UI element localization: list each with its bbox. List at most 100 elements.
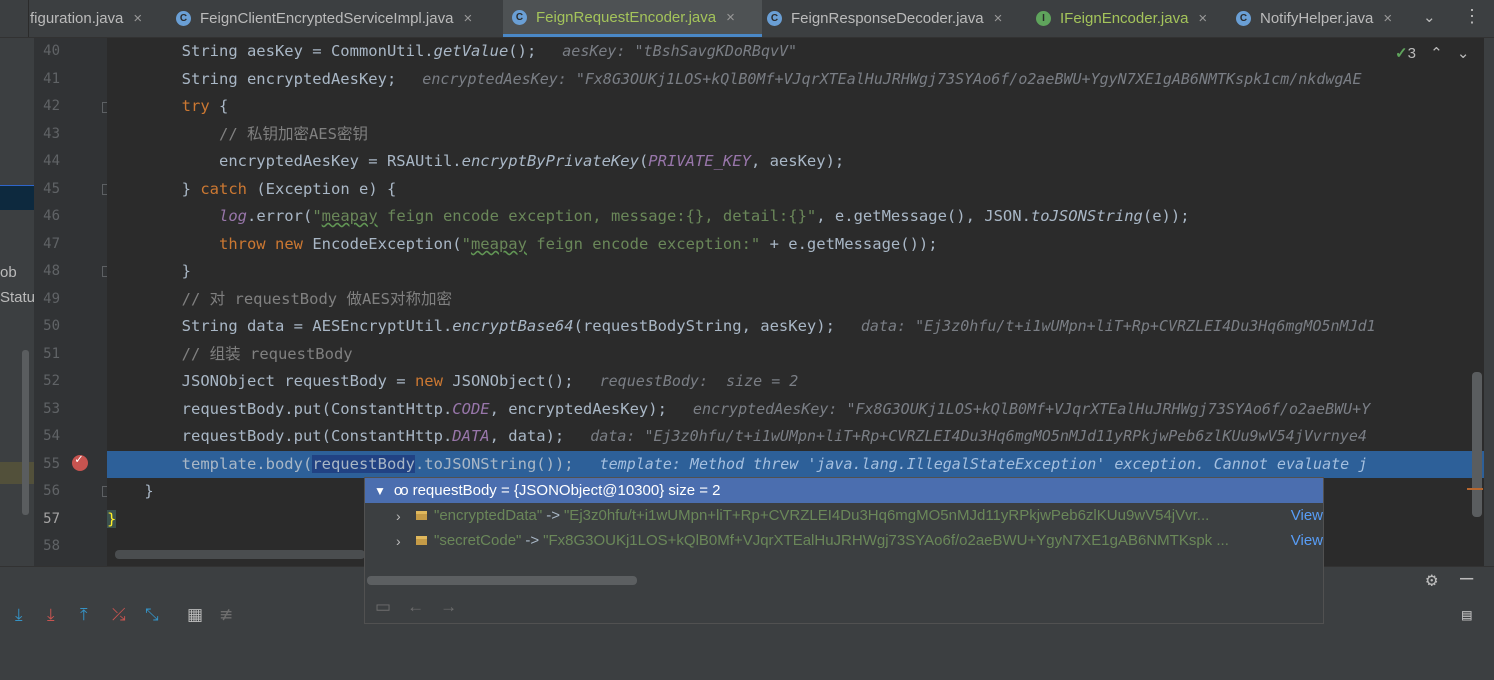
chevron-right-icon[interactable]: › (396, 533, 416, 549)
view-link[interactable]: View (1291, 532, 1323, 549)
code-text: String encryptedAesKey; (181, 70, 397, 88)
inline-debug-value: encryptedAesKey: "Fx8G3OUKj1LOS+kQlB0Mf+… (692, 400, 1371, 418)
force-step-into-icon[interactable]: ⤰ (112, 605, 126, 625)
code-text: ( (638, 152, 649, 170)
tab-bar-left-strip (0, 0, 29, 37)
tab-label: FeignClientEncryptedServiceImpl.java (200, 10, 454, 27)
inline-debug-value: template: Method threw 'java.lang.Illega… (599, 455, 1368, 473)
close-icon[interactable]: × (1383, 10, 1392, 27)
code-line: requestBody.put(ConstantHttp.DATA, data)… (107, 423, 1494, 450)
code-text: encryptedAesKey = RSAUtil. (218, 152, 462, 170)
code-text: + e.getMessage()); (760, 235, 938, 253)
popup-tree-row[interactable]: › "secretCode" -> "Fx8G3OUKj1LOS+kQlB0Mf… (365, 528, 1323, 553)
interface-icon: I (1036, 11, 1051, 26)
map-entry-icon (416, 536, 427, 545)
code-constant: CODE (452, 400, 490, 418)
step-into-icon[interactable]: ⤓ (47, 605, 55, 625)
editor-horizontal-scrollbar[interactable] (115, 550, 365, 559)
right-tool-strip (1484, 38, 1494, 566)
code-text: } (181, 180, 201, 198)
project-panel-selection[interactable] (0, 185, 34, 210)
close-icon[interactable]: × (994, 10, 1003, 27)
line-number: 58 (43, 538, 60, 554)
back-arrow-icon[interactable]: ← (407, 597, 424, 617)
line-number: 55 (43, 456, 60, 472)
chevron-up-icon[interactable]: ⌃ (1430, 45, 1443, 62)
run-to-cursor-icon[interactable]: ⤡ (145, 605, 159, 625)
code-text: (requestBodyString, aesKey); (573, 317, 835, 335)
inspection-count: 3 (1407, 45, 1416, 62)
tab-label: FeignResponseDecoder.java (791, 10, 984, 27)
close-icon[interactable]: × (1198, 10, 1207, 27)
code-text: .toJSONString()); (414, 455, 574, 473)
code-text: (Exception e) { (247, 180, 397, 198)
line-number: 54 (43, 428, 60, 444)
tab-feign-request-encoder[interactable]: C FeignRequestEncoder.java × (503, 0, 762, 37)
code-comment: // 私钥加密AES密钥 (218, 125, 368, 143)
code-line: String encryptedAesKey; encryptedAesKey: … (107, 66, 1494, 93)
popup-tree-row[interactable]: › "encryptedData" -> "Ej3z0hfu/t+i1wUMpn… (365, 503, 1323, 528)
code-keyword: catch (200, 180, 247, 198)
editor-vertical-scrollbar[interactable] (1472, 372, 1482, 517)
tab-label: NotifyHelper.java (1260, 10, 1374, 27)
close-icon[interactable]: × (133, 10, 142, 27)
popup-header[interactable]: ▼ oo requestBody = {JSONObject@10300} si… (365, 478, 1323, 503)
step-out-icon[interactable]: ⤒ (80, 605, 88, 625)
code-text: (e)); (1142, 207, 1190, 225)
minimize-icon[interactable]: – (1460, 566, 1473, 591)
chevron-down-icon[interactable]: ⌄ (1457, 45, 1470, 62)
tab-notify-helper[interactable]: C NotifyHelper.java × (1236, 0, 1416, 37)
forward-arrow-icon[interactable]: → (440, 597, 457, 617)
project-panel-scrollbar[interactable] (22, 350, 29, 515)
code-comment: // 组装 requestBody (181, 345, 353, 363)
code-string: feign encode exception:" (526, 235, 761, 253)
entry-value: "Ej3z0hfu/t+i1wUMpn+liT+Rp+CVRZLEI4Du3Hq… (563, 507, 1210, 524)
code-line: try { (107, 93, 1494, 120)
code-text: requestBody.put(ConstantHttp. (181, 427, 453, 445)
chevron-down-icon[interactable]: ⌄ (1423, 8, 1436, 26)
code-method: toJSONString (1030, 207, 1143, 225)
watch-icon: oo (393, 482, 409, 499)
layout-icon[interactable]: ▤ (1462, 605, 1472, 624)
view-link[interactable]: View (1291, 507, 1323, 524)
code-line: encryptedAesKey = RSAUtil.encryptByPriva… (107, 148, 1494, 175)
code-method: encryptByPrivateKey (461, 152, 639, 170)
tab-configuration[interactable]: figuration.java × (30, 0, 165, 37)
tab-label: IFeignEncoder.java (1060, 10, 1189, 27)
line-number: 49 (43, 291, 60, 307)
code-comment: // 对 requestBody 做AES对称加密 (181, 290, 452, 308)
code-keyword: new (265, 235, 303, 253)
code-text: JSONObject requestBody = (181, 372, 415, 390)
code-field: log (218, 207, 247, 225)
tab-feign-response-decoder[interactable]: C FeignResponseDecoder.java × (767, 0, 1029, 37)
evaluate-expression-icon[interactable]: ▦ (187, 605, 203, 625)
error-stripe-mark[interactable] (1467, 488, 1483, 490)
breakpoint-check-icon: ✓ (75, 452, 83, 467)
code-line: JSONObject requestBody = new JSONObject(… (107, 368, 1494, 395)
line-number: 41 (43, 71, 60, 87)
line-number: 44 (43, 153, 60, 169)
project-panel-text: ob (0, 264, 17, 281)
debug-value-popup[interactable]: ▼ oo requestBody = {JSONObject@10300} si… (364, 477, 1324, 624)
step-over-icon[interactable]: ⤓ (15, 605, 23, 625)
class-icon: C (1236, 11, 1251, 26)
close-icon[interactable]: × (726, 9, 735, 26)
tab-feign-client-encrypted-service-impl[interactable]: C FeignClientEncryptedServiceImpl.java × (176, 0, 502, 37)
code-string: " (312, 207, 322, 225)
selected-expression[interactable]: requestBody (312, 455, 415, 473)
inspection-widget[interactable]: ✓3 ⌃ ⌄ (1395, 44, 1469, 62)
chevron-right-icon[interactable]: › (396, 508, 416, 524)
trace-icon[interactable]: ≢ (219, 605, 233, 625)
tab-ifeign-encoder[interactable]: I IFeignEncoder.java × (1036, 0, 1228, 37)
folder-icon[interactable]: ▭ (375, 597, 391, 617)
inline-debug-value: data: "Ej3z0hfu/t+i1wUMpn+liT+Rp+CVRZLEI… (590, 427, 1367, 445)
line-number: 47 (43, 236, 60, 252)
inline-debug-value: encryptedAesKey: "Fx8G3OUKj1LOS+kQlB0Mf+… (422, 70, 1362, 88)
gear-icon[interactable]: ⚙ (1426, 569, 1437, 591)
popup-horizontal-scrollbar[interactable] (367, 576, 637, 585)
more-vertical-icon[interactable]: ⋮ (1463, 6, 1481, 27)
close-icon[interactable]: × (463, 10, 472, 27)
code-line: throw new EncodeException("meapay feign … (107, 231, 1494, 258)
code-text: .error( (246, 207, 313, 225)
chevron-down-icon[interactable]: ▼ (374, 484, 386, 498)
